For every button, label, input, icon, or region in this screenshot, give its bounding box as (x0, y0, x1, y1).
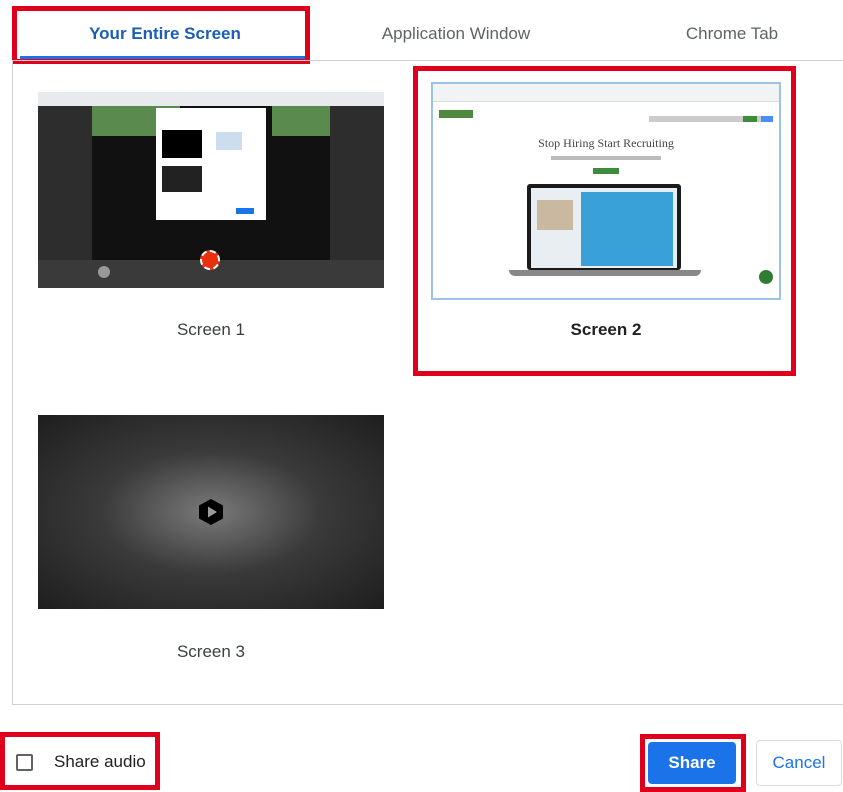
tab-application-window[interactable]: Application Window (318, 10, 594, 58)
site-logo (439, 110, 473, 118)
video-panel (537, 200, 573, 230)
preview-block (162, 166, 202, 192)
screen-tile (272, 106, 330, 136)
site-subhead (551, 156, 661, 160)
screen-2-thumbnail[interactable]: Stop Hiring Start Recruiting (431, 82, 781, 300)
nested-share-dialog (156, 108, 266, 220)
preview-block (162, 130, 202, 158)
browser-chrome (433, 84, 779, 102)
tab-your-entire-screen[interactable]: Your Entire Screen (12, 10, 318, 58)
active-tab-indicator (20, 56, 310, 59)
screen-2-label: Screen 2 (570, 320, 642, 339)
chat-badge-icon (759, 270, 773, 284)
blue-panel (581, 192, 673, 266)
tab-label: Your Entire Screen (89, 24, 241, 43)
tab-label: Application Window (381, 24, 531, 43)
record-icon (200, 250, 220, 270)
source-tabs: Your Entire Screen Application Window Ch… (12, 0, 843, 62)
tab-label: Chrome Tab (685, 24, 779, 43)
screen-1-thumbnail[interactable] (38, 92, 384, 288)
screen-3-label: Screen 3 (176, 642, 246, 661)
browser-chrome (38, 92, 384, 106)
site-headline: Stop Hiring Start Recruiting (538, 136, 674, 150)
play-hexagon-icon (199, 499, 223, 525)
share-audio-label[interactable]: Share audio (54, 752, 146, 772)
preview-block (216, 132, 242, 150)
share-button[interactable]: Share (648, 742, 736, 784)
preview-block (236, 208, 254, 214)
share-audio-checkbox[interactable] (16, 754, 33, 771)
laptop-base (509, 270, 701, 276)
screen-1-label: Screen 1 (176, 320, 246, 339)
screen-3-thumbnail[interactable] (38, 415, 384, 609)
site-button (761, 116, 773, 122)
tab-chrome-tab[interactable]: Chrome Tab (594, 10, 843, 58)
cancel-button[interactable]: Cancel (756, 740, 842, 786)
site-cta (593, 168, 619, 174)
gear-icon (98, 266, 110, 278)
site-button (743, 116, 757, 122)
